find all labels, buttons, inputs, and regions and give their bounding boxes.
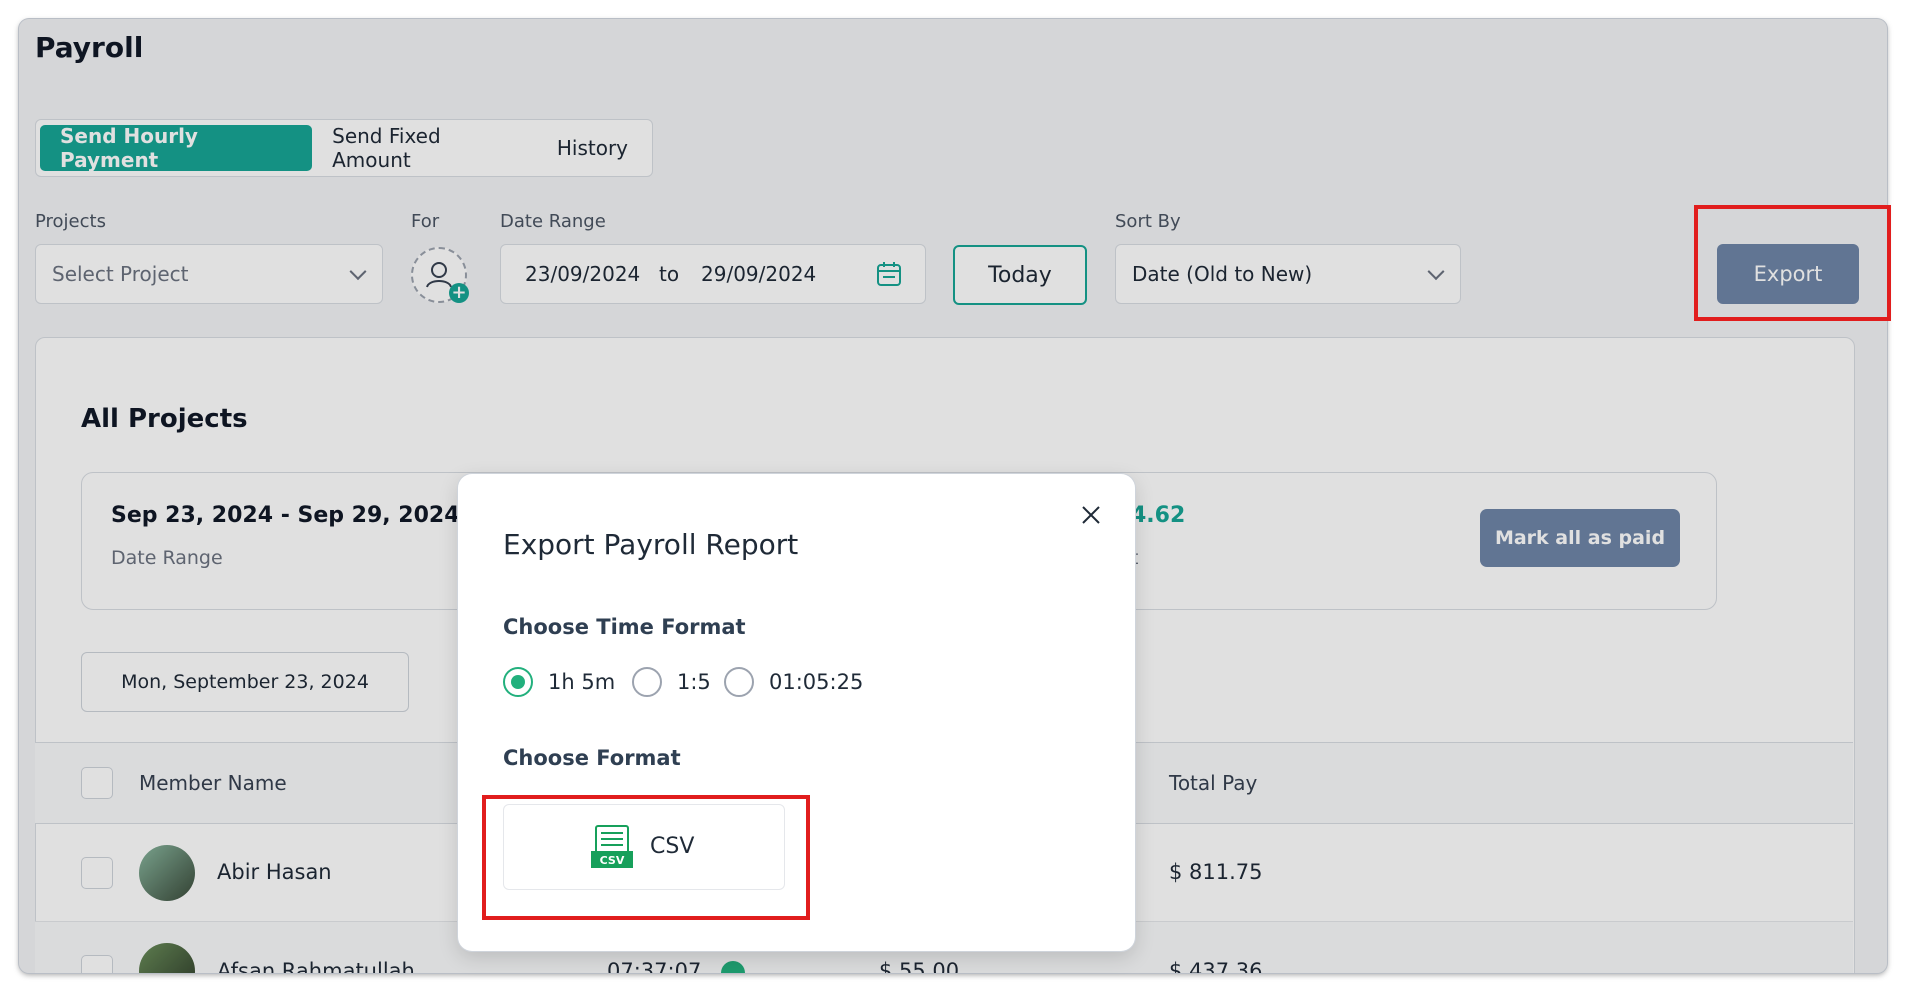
highlight-box-export bbox=[1694, 205, 1891, 321]
csv-file-icon: CSV bbox=[591, 825, 633, 868]
radio-time-format-colon[interactable] bbox=[632, 667, 662, 697]
radio-label-full: 01:05:25 bbox=[769, 670, 864, 694]
radio-time-format-1h5m[interactable] bbox=[503, 667, 533, 697]
csv-icon-label: CSV bbox=[600, 854, 625, 867]
csv-label: CSV bbox=[650, 834, 695, 859]
radio-time-format-full[interactable] bbox=[724, 667, 754, 697]
close-icon[interactable] bbox=[1078, 502, 1104, 528]
radio-label-colon: 1:5 bbox=[677, 670, 711, 694]
format-label: Choose Format bbox=[503, 746, 681, 770]
radio-label-1h5m: 1h 5m bbox=[548, 670, 616, 694]
time-format-label: Choose Time Format bbox=[503, 615, 746, 639]
modal-title: Export Payroll Report bbox=[503, 528, 799, 561]
csv-format-button[interactable] bbox=[503, 804, 785, 890]
